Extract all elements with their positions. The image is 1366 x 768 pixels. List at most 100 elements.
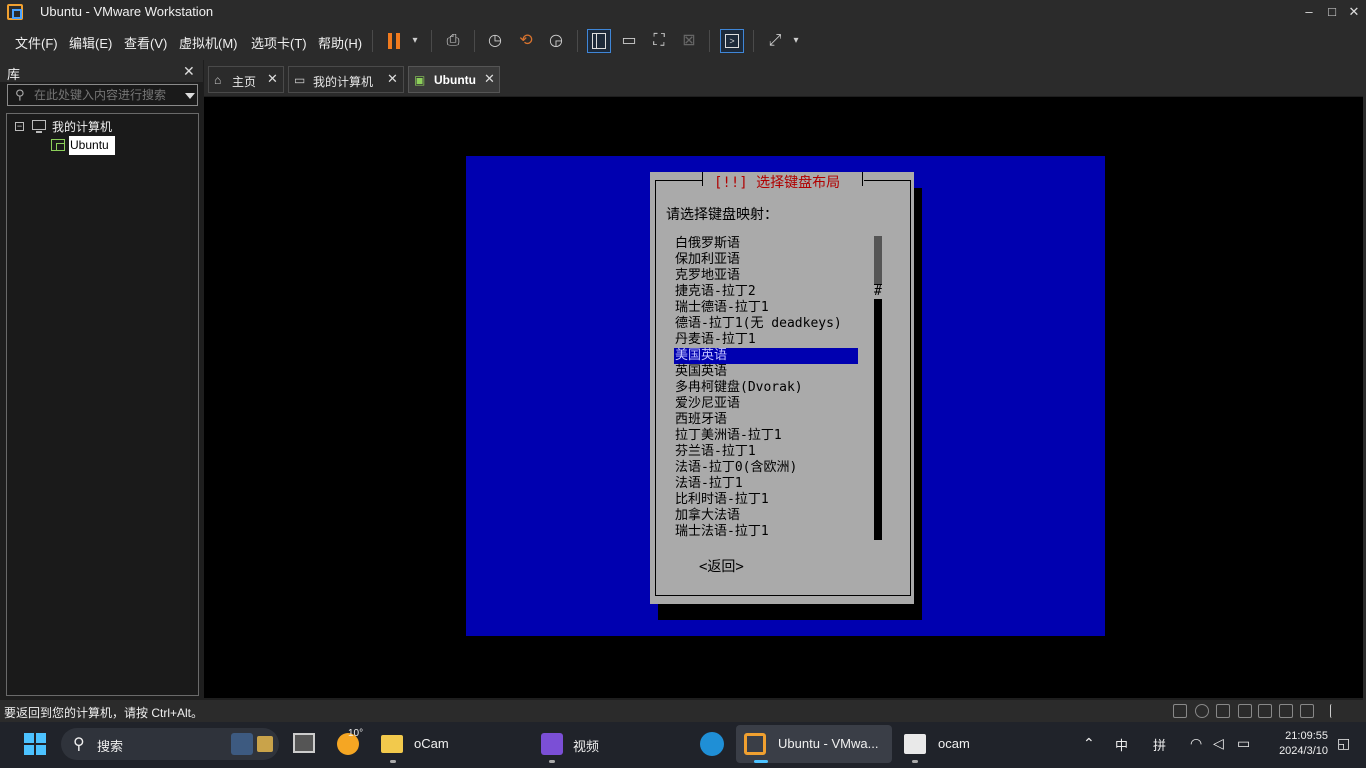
message-log-icon[interactable] [1330,704,1344,718]
taskbar-search-label: 搜索 [97,739,124,754]
show-library-icon[interactable] [587,29,611,53]
back-button[interactable]: <返回> [699,556,744,576]
snapshot-manager-icon[interactable]: ◶ [544,28,568,54]
task-view-icon[interactable] [293,733,315,753]
tree-collapse-toggle[interactable]: − [15,122,24,131]
dialog-title: [!!] 选择键盘布局 [714,175,841,191]
keymap-list-item[interactable]: 白俄罗斯语 [674,236,860,252]
tree-item-my-computer[interactable]: 我的计算机 [52,118,112,135]
keymap-list-item[interactable]: 爱沙尼亚语 [674,396,860,412]
sound-card-icon[interactable] [1258,704,1272,718]
menu-help[interactable]: 帮助(H) [318,33,362,52]
keymap-list-item[interactable]: 西班牙语 [674,412,860,428]
scrollbar-segment [874,236,882,284]
pause-dropdown-icon[interactable]: ▾ [408,28,422,54]
keymap-list-item[interactable]: 芬兰语-拉丁1 [674,444,860,460]
keymap-list-item[interactable]: 德语-拉丁1(无 deadkeys) [674,316,860,332]
keymap-list-item[interactable]: 拉丁美洲语-拉丁1 [674,428,860,444]
taskbar-search[interactable]: ⚲ 搜索 [61,728,279,760]
running-indicator [912,760,918,763]
library-tree [6,113,199,696]
keymap-list-item[interactable]: 瑞士德语-拉丁1 [674,300,860,316]
tab-home-close[interactable]: ✕ [267,71,278,87]
toolbar-separator [474,30,475,52]
revert-snapshot-icon[interactable]: ⟲ [514,28,538,54]
video-app-icon[interactable] [541,733,563,755]
tab-my-computer-close[interactable]: ✕ [387,71,398,87]
tab-ubuntu-close[interactable]: ✕ [484,71,495,87]
library-search-input[interactable] [34,87,179,103]
vmware-app-icon[interactable] [7,4,23,20]
toolbar-separator [753,30,754,52]
file-explorer-icon[interactable] [381,735,403,753]
keymap-list-item[interactable]: 捷克语-拉丁2 [674,284,860,300]
keymap-list-item[interactable]: 比利时语-拉丁1 [674,492,860,508]
menu-tabs[interactable]: 选项卡(T) [251,33,307,52]
keymap-list-item[interactable]: 英国英语 [674,364,860,380]
library-close-button[interactable]: ✕ [183,63,195,80]
display-icon[interactable] [1300,704,1314,718]
ime-language-indicator[interactable]: 中 [1115,735,1128,754]
hard-disk-icon[interactable] [1173,704,1187,718]
keymap-list-item[interactable]: 瑞士法语-拉丁1 [674,524,860,540]
taskbar-app-video[interactable]: 视频 [573,736,599,755]
stretch-dropdown-icon[interactable]: ▾ [790,28,802,54]
close-button[interactable]: ✕ [1342,2,1366,22]
clock-date: 2024/3/10 [1279,745,1328,757]
vmware-taskbar-icon[interactable] [744,733,766,755]
edge-browser-icon[interactable] [700,732,724,756]
keymap-list-item[interactable]: 美国英语 [674,348,858,364]
taskbar-app-ocam[interactable]: ocam [938,736,970,751]
tab-ubuntu[interactable]: ▣ Ubuntu ✕ [408,66,500,93]
minimize-button[interactable]: – [1297,2,1321,22]
send-ctrl-alt-del-icon[interactable]: ⎙ [441,28,465,54]
stretch-guest-icon[interactable]: ⤢ [763,28,787,54]
menu-vm[interactable]: 虚拟机(M) [179,33,238,52]
keymap-list-item[interactable]: 加拿大法语 [674,508,860,524]
wifi-icon[interactable]: ◠ [1190,735,1202,752]
unity-icon[interactable]: ⊠ [677,28,701,54]
keymap-list-item[interactable]: 法语-拉丁1 [674,476,860,492]
tree-item-ubuntu[interactable]: Ubuntu [69,136,115,155]
windows-start-icon[interactable] [24,733,46,755]
taskbar-app-ocam-folder[interactable]: oCam [414,736,449,751]
ocam-app-icon[interactable] [904,734,926,754]
keymap-list[interactable]: 白俄罗斯语 保加利亚语 克罗地亚语 捷克语-拉丁2 瑞士德语-拉丁1 德语-拉丁1(无 d… [674,236,860,540]
console-view-icon[interactable]: > [720,29,744,53]
thumbnail-bar-icon[interactable]: ▭ [617,28,641,54]
tab-my-computer[interactable]: ▭ 我的计算机 ✕ [288,66,404,93]
keymap-list-item[interactable]: 法语-拉丁0(含欧洲) [674,460,860,476]
network-adapter-icon[interactable] [1216,704,1230,718]
menu-edit[interactable]: 编辑(E) [69,33,112,52]
running-indicator [390,760,396,763]
ime-mode-indicator[interactable]: 拼 [1153,735,1166,754]
menu-view[interactable]: 查看(V) [124,33,167,52]
vm-icon [51,139,65,151]
tab-home[interactable]: ⌂ 主页 ✕ [208,66,284,93]
usb-controller-icon[interactable] [1238,704,1252,718]
toolbar-separator [372,30,373,52]
battery-icon[interactable]: ▭ [1237,735,1250,752]
search-highlight-icon-2 [257,736,273,752]
keymap-list-item[interactable]: 多冉柯键盘(Dvorak) [674,380,860,396]
notification-icon[interactable]: ◱ [1337,735,1350,752]
menu-file[interactable]: 文件(F) [15,33,58,52]
maximize-button[interactable]: □ [1320,2,1344,22]
volume-icon[interactable]: ◁ [1213,735,1224,752]
full-screen-icon[interactable]: ⛶ [647,28,671,54]
taskbar-app-vmware[interactable]: Ubuntu - VMwa... [778,736,878,751]
scrollbar-thumb[interactable]: # [874,285,882,299]
printer-icon[interactable] [1279,704,1293,718]
toolbar-separator [577,30,578,52]
status-message: 要返回到您的计算机，请按 Ctrl+Alt。 [4,706,204,720]
library-search-box[interactable]: ⚲ [7,84,198,106]
clock[interactable]: 21:09:55 2024/3/10 [1268,729,1328,759]
snapshot-icon[interactable]: ◷ [483,28,507,54]
tray-overflow-chevron-icon[interactable]: ⌃ [1083,735,1095,752]
keymap-list-item[interactable]: 克罗地亚语 [674,268,860,284]
cd-dvd-icon[interactable] [1195,704,1209,718]
keymap-list-item[interactable]: 丹麦语-拉丁1 [674,332,860,348]
search-dropdown-icon[interactable] [185,93,195,99]
running-indicator [549,760,555,763]
keymap-list-item[interactable]: 保加利亚语 [674,252,860,268]
